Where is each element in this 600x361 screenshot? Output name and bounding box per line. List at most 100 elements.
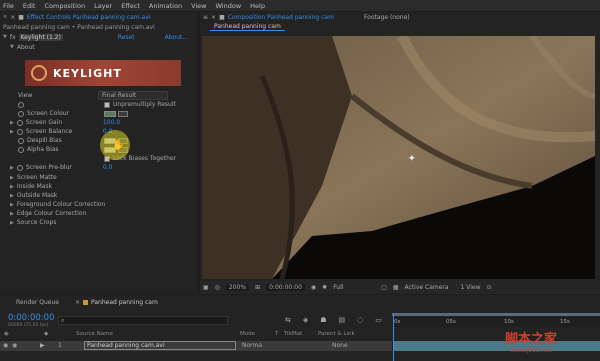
menu-icon[interactable]: ≡ <box>3 14 7 20</box>
visibility-icon[interactable]: ◉ <box>4 331 9 337</box>
col-trkmat[interactable]: TrkMat <box>284 331 302 337</box>
about-button[interactable]: About... <box>165 34 188 41</box>
layer-parent[interactable]: None <box>332 342 348 349</box>
menu-item-composition[interactable]: Composition <box>44 2 85 10</box>
comp-color-chip <box>83 299 89 305</box>
layer-mode[interactable]: Norma <box>242 342 262 349</box>
menu-item-effect[interactable]: Effect <box>121 2 140 10</box>
timecode[interactable]: 0:00:00:00 <box>266 284 305 291</box>
twirl-right-icon[interactable]: ▶ <box>40 342 45 349</box>
stopwatch-icon[interactable] <box>18 137 24 144</box>
lock-icon[interactable]: ■ <box>219 14 225 21</box>
transparency-grid-icon[interactable]: ▦ <box>393 284 399 291</box>
stopwatch-icon[interactable] <box>18 110 24 117</box>
twirl-right-icon[interactable]: ▶ <box>10 202 14 208</box>
mask-icon[interactable]: ◎ <box>215 284 220 291</box>
menu-item-window[interactable]: Window <box>216 2 242 10</box>
menu-item-animation[interactable]: Animation <box>149 2 182 10</box>
reset-button[interactable]: Reset <box>118 34 135 41</box>
time-ruler[interactable]: 0s 05s 10s 15s <box>392 313 600 327</box>
foreground-colour-group[interactable]: Foreground Colour Correction <box>17 201 106 208</box>
footage-tab[interactable]: Footage (none) <box>364 14 410 21</box>
col-mode[interactable]: Mode <box>240 331 255 337</box>
stopwatch-icon[interactable] <box>16 119 23 126</box>
menu-item-edit[interactable]: Edit <box>23 2 36 10</box>
stopwatch-icon[interactable] <box>16 128 23 135</box>
anchor-point-icon[interactable]: ✦ <box>408 154 416 164</box>
screen-matte-group[interactable]: Screen Matte <box>17 174 57 181</box>
twirl-right-icon[interactable]: ▶ <box>10 129 14 135</box>
screen-colour-swatch[interactable] <box>104 110 116 117</box>
twirl-right-icon[interactable]: ▶ <box>10 175 14 181</box>
alpha-bias-label: Alpha Bias <box>27 146 59 153</box>
layer-name[interactable]: Panhead panning cam.avi <box>84 341 236 350</box>
channel-icon[interactable]: ✹ <box>322 284 327 291</box>
twirl-right-icon[interactable]: ▶ <box>10 120 14 126</box>
lock-icon[interactable]: ■ <box>18 14 24 21</box>
close-tab-icon[interactable]: × <box>75 299 80 306</box>
current-time[interactable]: 0:00:00:00 <box>8 313 54 323</box>
menu-icon[interactable]: ≡ <box>203 14 208 21</box>
twirl-right-icon[interactable]: ▶ <box>10 184 14 190</box>
keylight-emblem-icon <box>31 65 47 81</box>
label-icon[interactable]: ◆ <box>44 331 48 337</box>
twirl-right-icon[interactable]: ▶ <box>10 220 14 226</box>
effect-controls-tab[interactable]: Effect Controls Panhead panning cam.avi <box>27 14 151 21</box>
col-source-name[interactable]: Source Name <box>76 331 113 337</box>
layer-search-input[interactable]: ⌕ <box>58 316 228 325</box>
view-label: View <box>18 92 33 99</box>
camera-dropdown[interactable]: Active Camera <box>405 284 455 291</box>
outside-mask-group[interactable]: Outside Mask <box>17 192 58 199</box>
edge-colour-group[interactable]: Edge Colour Correction <box>17 210 86 217</box>
render-queue-tab[interactable]: Render Queue <box>16 299 59 306</box>
shy-icon[interactable]: ☗ <box>320 316 326 324</box>
work-area-bar[interactable] <box>392 313 600 316</box>
screen-gain-value[interactable]: 100.0 <box>103 119 120 126</box>
layer-duration-bar[interactable] <box>394 341 600 351</box>
eye-icon[interactable]: ◉ <box>3 342 8 349</box>
inside-mask-group[interactable]: Inside Mask <box>17 183 52 190</box>
comp-mini-flowchart-icon[interactable]: ⇆ <box>285 316 291 324</box>
col-t[interactable]: T <box>275 331 278 337</box>
views-dropdown[interactable]: 1 View <box>461 284 481 291</box>
menu-item-file[interactable]: File <box>3 2 14 10</box>
menu-item-view[interactable]: View <box>191 2 206 10</box>
twirl-down-icon[interactable]: ▼ <box>3 34 7 40</box>
composition-viewer[interactable]: ✦ <box>202 36 595 279</box>
close-tab-icon[interactable]: × <box>10 14 15 21</box>
reset-exposure-icon[interactable]: ⊙ <box>487 284 492 291</box>
timeline-comp-tab[interactable]: Panhead panning cam <box>91 299 158 306</box>
motion-blur-icon[interactable]: ◌ <box>357 316 363 324</box>
draft-3d-icon[interactable]: ◈ <box>303 316 308 324</box>
twirl-right-icon[interactable]: ▶ <box>10 211 14 217</box>
twirl-down-icon[interactable]: ▼ <box>10 44 14 50</box>
resolution-dropdown[interactable]: Full <box>333 284 375 291</box>
grid-icon[interactable]: ⊞ <box>255 284 260 291</box>
playhead[interactable] <box>393 315 394 361</box>
stopwatch-icon[interactable] <box>18 101 24 108</box>
graph-editor-icon[interactable]: ▭ <box>375 316 382 324</box>
stopwatch-icon[interactable] <box>16 164 23 171</box>
menu-item-help[interactable]: Help <box>250 2 265 10</box>
stopwatch-icon[interactable] <box>18 146 24 153</box>
frame-blend-icon[interactable]: ▤ <box>339 316 346 324</box>
comp-subtab[interactable]: Panhead panning cam <box>210 23 285 31</box>
audio-icon[interactable]: ◉ <box>12 342 17 349</box>
view-dropdown[interactable]: Final Result <box>98 91 168 100</box>
zoom-dropdown[interactable]: 200% <box>225 284 250 291</box>
twirl-right-icon[interactable]: ▶ <box>10 165 14 171</box>
twirl-right-icon[interactable]: ▶ <box>10 193 14 199</box>
unpremultiply-checkbox[interactable] <box>104 101 110 108</box>
col-parent[interactable]: Parent & Link <box>318 331 355 337</box>
always-preview-icon[interactable]: ▣ <box>203 284 209 291</box>
roi-icon[interactable]: ▢ <box>381 284 387 291</box>
fx-badge[interactable]: fx <box>10 34 16 41</box>
screen-preblur-value[interactable]: 0.0 <box>103 164 113 171</box>
close-tab-icon[interactable]: × <box>211 14 216 21</box>
layer-row[interactable]: ◉ ◉ ▶ 1 Panhead panning cam.avi Norma No… <box>0 341 392 351</box>
composition-tab[interactable]: Composition Panhead panning cam <box>228 14 334 21</box>
menu-item-layer[interactable]: Layer <box>94 2 112 10</box>
snapshot-icon[interactable]: ◉ <box>311 284 316 291</box>
source-crops-group[interactable]: Source Crops <box>17 219 57 226</box>
eyedropper-icon[interactable] <box>118 110 128 117</box>
